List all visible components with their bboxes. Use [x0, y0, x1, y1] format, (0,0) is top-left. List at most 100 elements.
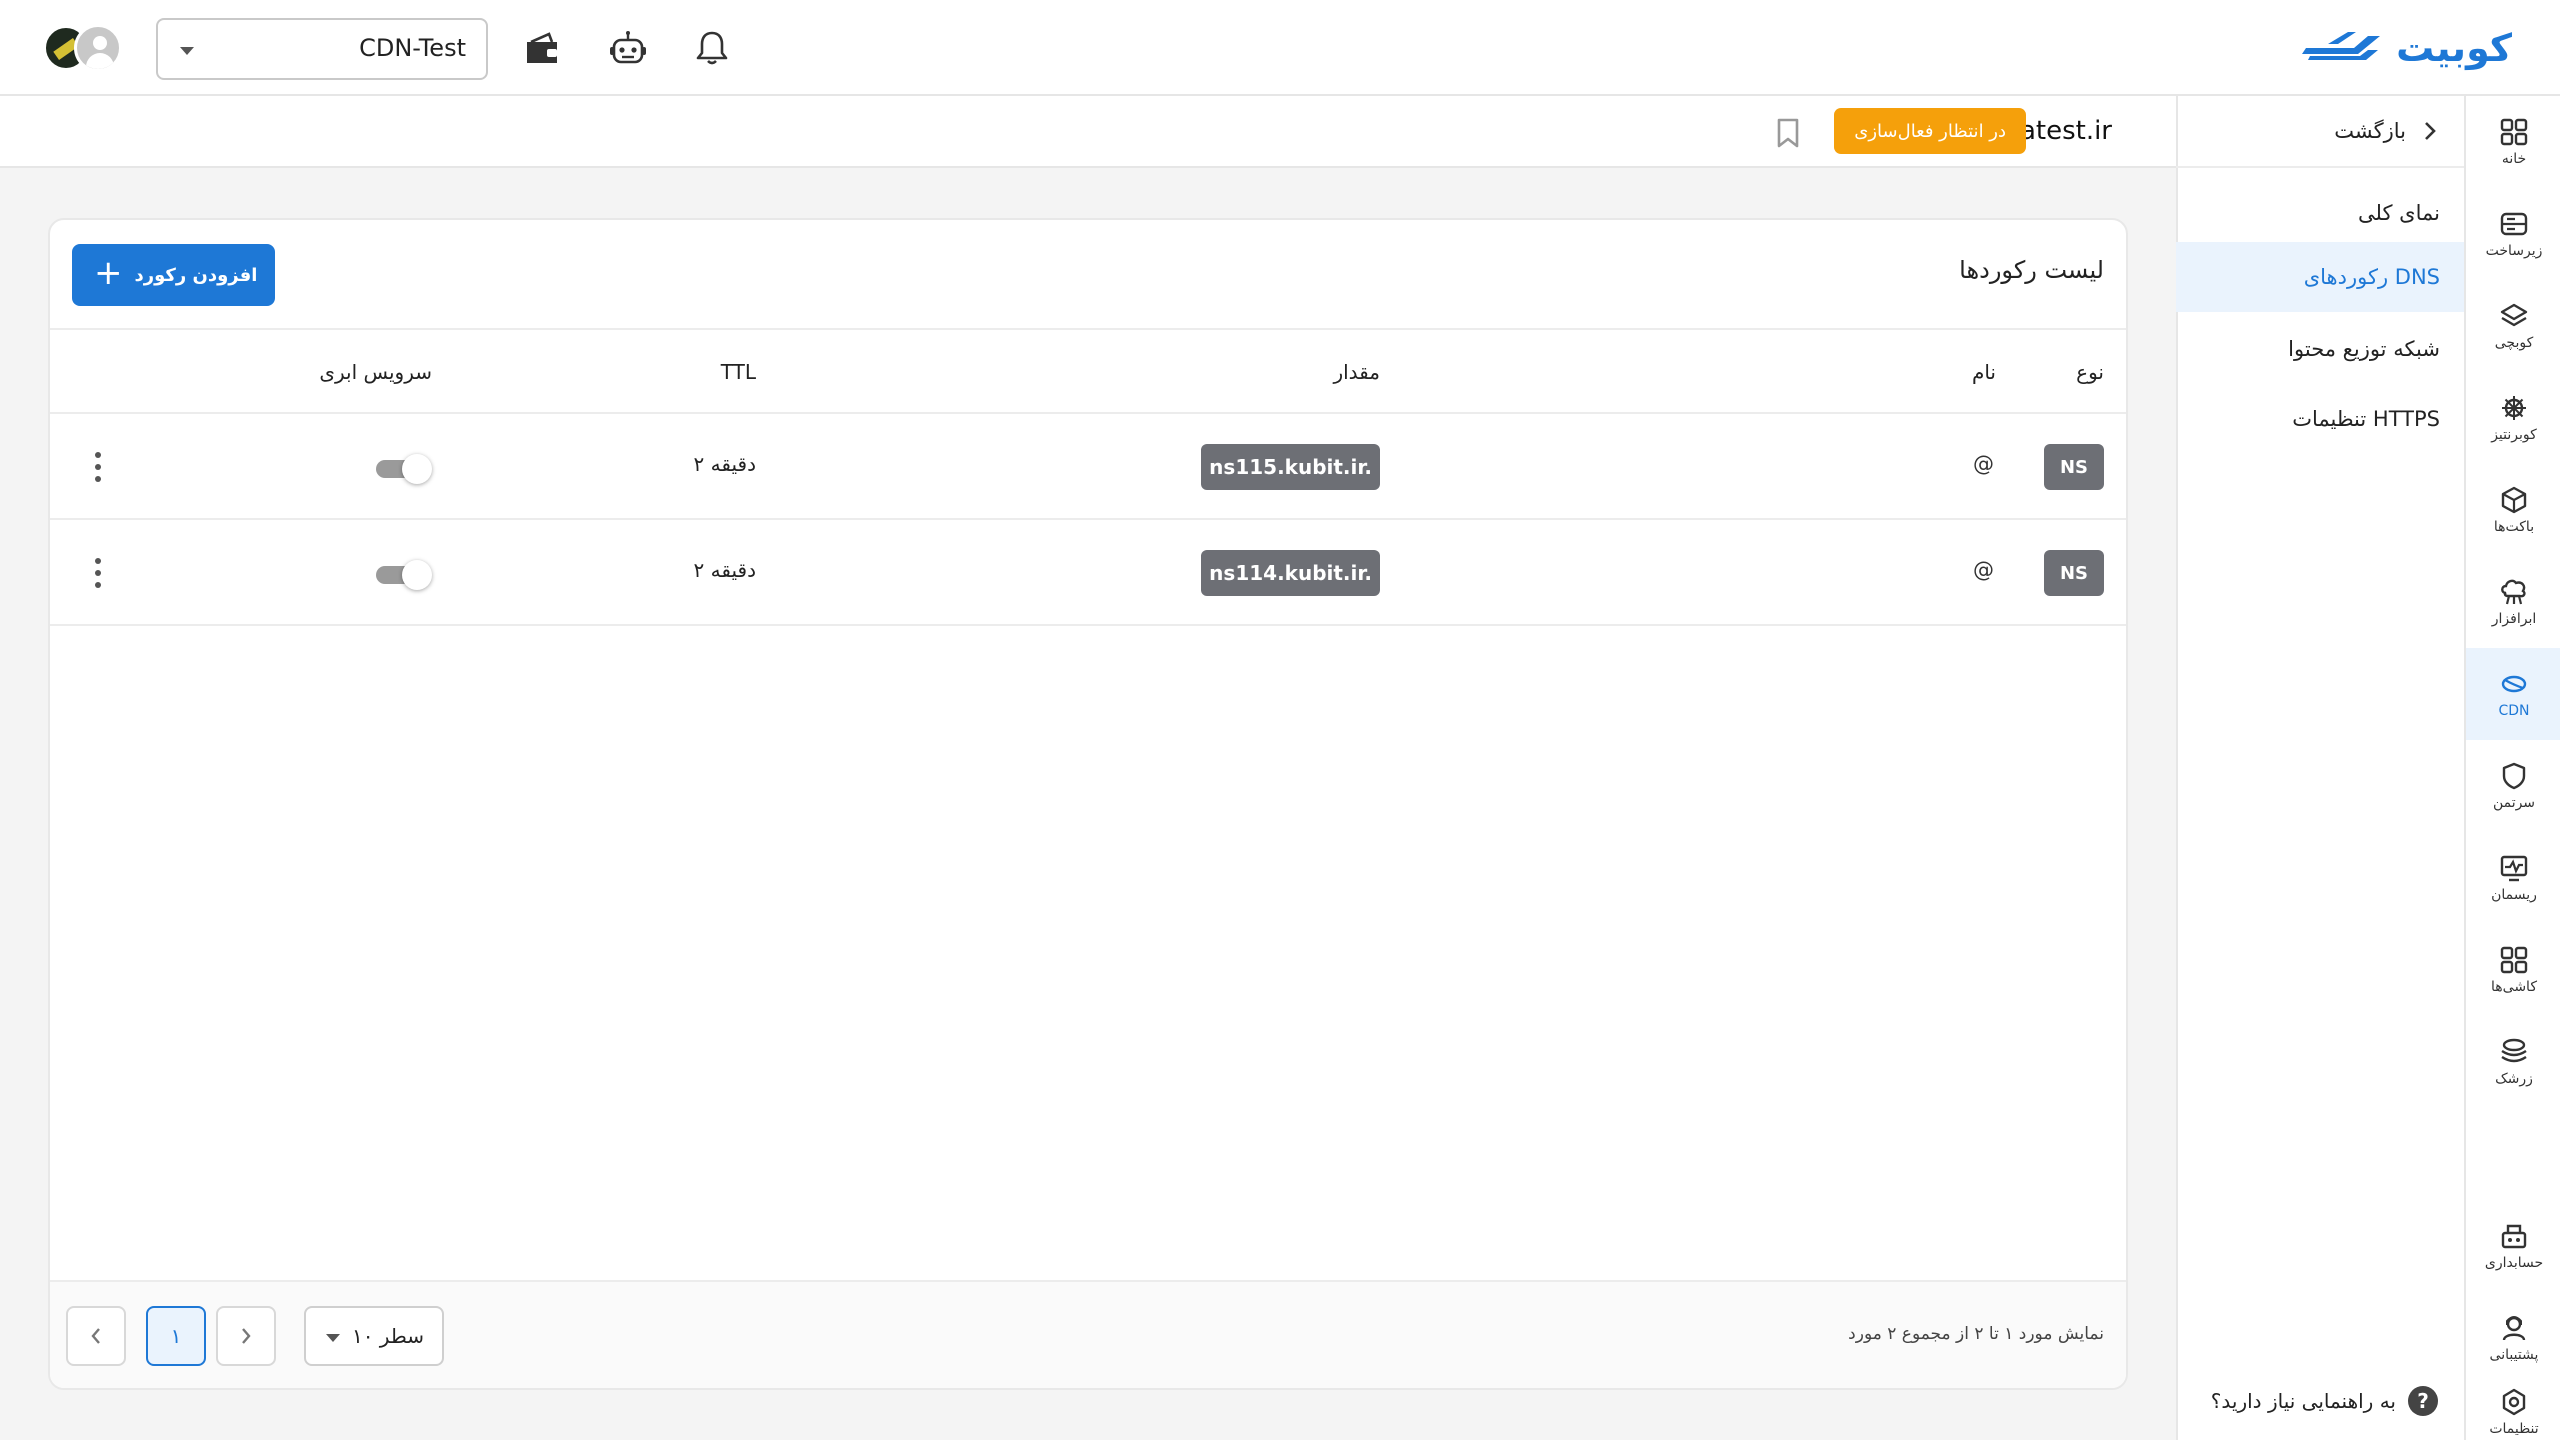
help-link[interactable]: به راهنمایی نیاز دارید؟ ?	[2211, 1386, 2438, 1416]
subnav-item-cdn[interactable]: شبکه توزیع محتوا	[2176, 314, 2464, 384]
rail-item-label: کوبرنتیز	[2491, 427, 2537, 443]
back-button[interactable]: بازگشت	[2176, 96, 2464, 168]
rail-item-label: زیرساخت	[2485, 243, 2543, 259]
domain-name: atest.ir	[2019, 116, 2112, 146]
cloud-service-toggle[interactable]	[376, 452, 432, 484]
rail-item-kubernetes[interactable]: کوبرنتیز	[2466, 372, 2560, 464]
support-icon	[2502, 1316, 2526, 1341]
table-row: NS @ ns114.kubit.ir. ۲ دقیقه	[50, 520, 2126, 626]
tiles-icon	[2500, 946, 2528, 974]
record-type-badge: NS	[2044, 444, 2104, 490]
record-ttl: ۲ دقیقه	[693, 558, 756, 582]
rows-per-page-select[interactable]: ۱۰ سطر	[304, 1306, 444, 1366]
column-header-value: مقدار	[1333, 360, 1380, 384]
rail-item-label: پشتیبانی	[2489, 1347, 2539, 1363]
box-icon	[2501, 486, 2527, 514]
chevron-down-icon	[180, 47, 194, 55]
next-page-button[interactable]	[66, 1306, 126, 1366]
rail-item-home[interactable]: خانه	[2466, 96, 2560, 188]
table-row: NS @ ns115.kubit.ir. ۲ دقیقه	[50, 414, 2126, 520]
cloud-service-toggle[interactable]	[376, 558, 432, 590]
toggle-knob	[402, 454, 432, 484]
rail-item-zereshk[interactable]: زرشک	[2466, 1016, 2560, 1108]
rail-item-infrastructure[interactable]: زیرساخت	[2466, 188, 2560, 280]
chevron-right-icon	[242, 1328, 251, 1344]
column-header-ttl: TTL	[720, 360, 756, 384]
brand-name: کوبیت	[2396, 26, 2512, 70]
notification-button[interactable]	[692, 28, 732, 68]
stack-icon	[2501, 1038, 2527, 1063]
avatar-head-shape	[93, 36, 107, 50]
page-button-current[interactable]: ۱	[146, 1306, 206, 1366]
column-header-type: نوع	[2076, 360, 2104, 384]
ship-logo-icon	[2302, 32, 2381, 60]
column-header-name: نام	[1971, 360, 1996, 384]
table-header: نوع نام مقدار TTL سرویس ابری	[50, 330, 2126, 414]
shield-icon	[2502, 762, 2526, 790]
rail-item-label: زرشک	[2495, 1071, 2533, 1087]
project-select[interactable]: CDN-Test	[156, 18, 488, 80]
previous-page-button[interactable]	[216, 1306, 276, 1366]
toggle-knob	[402, 560, 432, 590]
back-label: بازگشت	[2334, 119, 2406, 143]
subnav-item-https-settings[interactable]: تنظیمات HTTPS	[2176, 384, 2464, 454]
more-vertical-icon[interactable]	[92, 558, 104, 588]
record-name: @	[1973, 452, 1994, 476]
record-value: ns115.kubit.ir.	[1201, 444, 1380, 490]
rail-item-label: خانه	[2501, 151, 2527, 167]
chevron-down-icon	[326, 1334, 340, 1342]
robot-icon	[610, 31, 646, 64]
add-record-label: افزودن رکورد	[134, 264, 258, 286]
rail-item-kubchi[interactable]: کوبچی	[2466, 280, 2560, 372]
bookmark-icon[interactable]	[1774, 118, 1802, 148]
chevron-right-icon	[2425, 122, 2436, 140]
more-vertical-icon[interactable]	[92, 452, 104, 482]
rail-item-sartaman[interactable]: سرتمن	[2466, 740, 2560, 832]
card-header: لیست رکوردها + افزودن رکورد	[50, 220, 2126, 330]
domain-bar: atest.ir در انتظار فعال‌سازی	[0, 96, 2176, 168]
accounting-icon	[2501, 1224, 2527, 1249]
server-icon	[2500, 212, 2528, 236]
rail-item-label: کوبچی	[2494, 335, 2534, 351]
brand-logo[interactable]: کوبیت	[2298, 26, 2512, 70]
subnav-item-dns-records[interactable]: رکوردهای DNS	[2176, 242, 2464, 312]
records-card: لیست رکوردها + افزودن رکورد نوع نام مقدا…	[48, 218, 2128, 1390]
user-avatars[interactable]	[44, 24, 124, 72]
project-select-value: CDN-Test	[359, 34, 466, 62]
column-header-cloud: سرویس ابری	[319, 360, 432, 384]
bell-icon	[696, 31, 728, 65]
rail-item-label: ابرافزار	[2491, 611, 2537, 627]
rail-item-label: CDN	[2498, 703, 2530, 719]
cdn-sidebar: بازگشت نمای کلی رکوردهای DNS شبکه توزیع …	[2176, 96, 2464, 1440]
assistant-button[interactable]	[608, 28, 648, 68]
rail-item-cloud-apps[interactable]: ابرافزار	[2466, 556, 2560, 648]
wallet-button[interactable]	[522, 28, 562, 68]
rail-item-accounting[interactable]: حسابداری	[2466, 1200, 2560, 1292]
rail-item-support[interactable]: پشتیبانی	[2466, 1292, 2560, 1384]
monitor-icon	[2500, 855, 2528, 882]
rail-item-buckets[interactable]: باکت‌ها	[2466, 464, 2560, 556]
rail-item-tiles[interactable]: کاشی‌ها	[2466, 924, 2560, 1016]
pagination-info: نمایش مورد ۱ تا ۲ از مجموع ۲ مورد	[1848, 1324, 2104, 1344]
rail-item-cdn[interactable]: CDN	[2466, 648, 2560, 740]
status-badge: در انتظار فعال‌سازی	[1834, 108, 2026, 154]
help-label: به راهنمایی نیاز دارید؟	[2210, 1389, 2396, 1413]
rail-item-label: تنظیمات	[2489, 1421, 2539, 1437]
rail-item-settings[interactable]: تنظیمات	[2466, 1384, 2560, 1440]
layers-icon	[2500, 303, 2528, 327]
plus-icon: +	[94, 253, 123, 293]
record-name: @	[1973, 558, 1994, 582]
add-record-button[interactable]: + افزودن رکورد	[72, 244, 276, 306]
main-rail: خانه زیرساخت کوبچی کوبرنتیز باکت‌ها ابرا…	[2464, 96, 2560, 1440]
rail-item-risman[interactable]: ریسمان	[2466, 832, 2560, 924]
rail-item-label: ریسمان	[2491, 887, 2537, 903]
helm-icon	[2502, 396, 2526, 420]
rail-item-label: کاشی‌ها	[2491, 979, 2537, 995]
wallet-icon	[527, 32, 557, 63]
rail-item-label: حسابداری	[2484, 1255, 2544, 1271]
card-title: لیست رکوردها	[1959, 256, 2104, 284]
chevron-left-icon	[91, 1328, 100, 1344]
avatar-body-shape	[86, 53, 114, 69]
cloud-app-icon	[2501, 579, 2526, 605]
subnav-item-overview[interactable]: نمای کلی	[2176, 178, 2464, 248]
